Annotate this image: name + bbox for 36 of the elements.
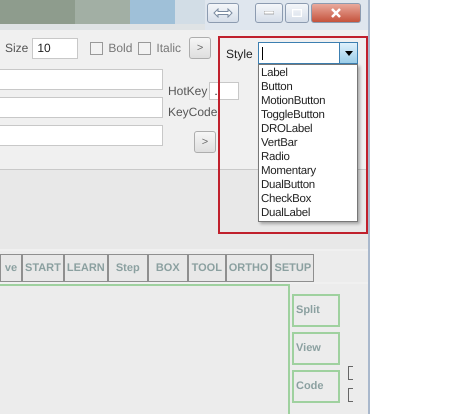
- dropdown-option[interactable]: Radio: [259, 150, 357, 164]
- dropdown-option[interactable]: ToggleButton: [259, 108, 357, 122]
- minimize-icon: [264, 11, 274, 15]
- maximize-icon: [292, 9, 302, 17]
- caret-icon: [344, 50, 352, 56]
- control-marker: [348, 366, 353, 380]
- more-button[interactable]: >: [189, 37, 212, 59]
- dropdown-option[interactable]: Momentary: [259, 164, 357, 178]
- hotkey-field[interactable]: .: [209, 82, 240, 100]
- text-field[interactable]: [0, 97, 163, 118]
- dropdown-option[interactable]: DROLabel: [259, 122, 357, 136]
- double-arrow-icon: [213, 8, 233, 18]
- dropdown-option[interactable]: VertBar: [259, 136, 357, 150]
- style-combobox[interactable]: [258, 42, 358, 64]
- control-marker: [348, 388, 353, 402]
- style-label: Style: [226, 46, 253, 63]
- close-icon: [330, 8, 342, 18]
- maximize-button[interactable]: [285, 3, 309, 23]
- text-field[interactable]: [0, 69, 163, 90]
- size-field[interactable]: 10: [32, 38, 78, 58]
- dropdown-option[interactable]: MotionButton: [259, 94, 357, 108]
- more-button[interactable]: >: [194, 131, 216, 153]
- dropdown-option[interactable]: DualLabel: [259, 206, 357, 220]
- size-label: Size: [5, 40, 28, 57]
- text-field[interactable]: [0, 125, 163, 146]
- dropdown-option[interactable]: Label: [259, 66, 357, 80]
- close-button[interactable]: [311, 3, 361, 23]
- hotkey-label: HotKey: [168, 83, 208, 100]
- minimize-button[interactable]: [255, 3, 283, 23]
- dropdown-option[interactable]: CheckBox: [259, 192, 357, 206]
- resize-button[interactable]: [207, 3, 239, 23]
- dropdown-option[interactable]: DualButton: [259, 178, 357, 192]
- checkbox[interactable]: Italic: [138, 39, 182, 57]
- dropdown-option[interactable]: Button: [259, 80, 357, 94]
- checkbox[interactable]: Bold: [90, 39, 132, 57]
- keycode-label: KeyCode: [168, 104, 218, 121]
